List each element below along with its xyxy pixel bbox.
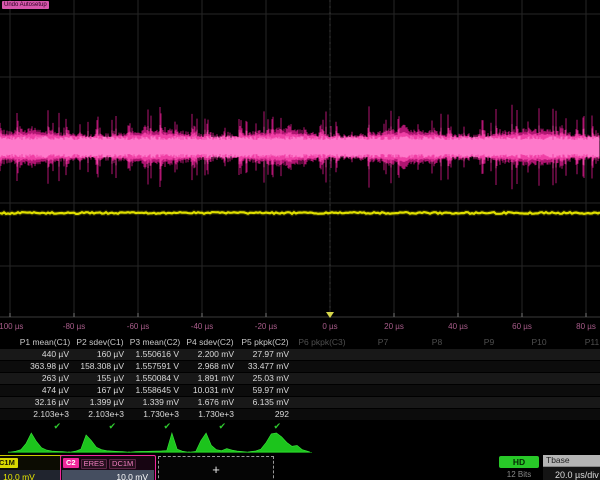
time-axis-label: -20 µs: [255, 322, 277, 331]
oscilloscope-screen: Undo Autosetup -100 µs -80 µs -60 µs -40 µs…: [0, 0, 600, 480]
measure-cell: 363.98 µV: [17, 361, 69, 372]
measure-cell: 1.339 mV: [127, 397, 179, 408]
measure-cell: 6.135 mV: [237, 397, 289, 408]
measure-cell: 440 µV: [17, 349, 69, 360]
histicon: [128, 433, 190, 452]
measure-cell: 2.200 mV: [182, 349, 234, 360]
histicon: [188, 433, 250, 452]
c1-coupling-badge: DC1M: [0, 458, 18, 468]
measurement-histicons: [0, 431, 600, 455]
timebase-descriptor[interactable]: Tbase 20.0 µs/div: [543, 455, 600, 480]
measure-cell: 1.676 mV: [182, 397, 234, 408]
measure-cell: 2.103e+3: [72, 409, 124, 420]
histicon: [68, 435, 130, 452]
measure-cell: 167 µV: [72, 385, 124, 396]
time-axis-label: 40 µs: [448, 322, 468, 331]
measure-status-check-icon: ✔: [127, 421, 171, 431]
measure-param-header-inactive[interactable]: P11: [585, 337, 600, 348]
measure-param-header-inactive[interactable]: P7: [378, 337, 388, 348]
measure-status-check-icon: ✔: [182, 421, 226, 431]
measure-cell: 2.103e+3: [17, 409, 69, 420]
measure-param-header-inactive[interactable]: P8: [432, 337, 442, 348]
measure-param-header-inactive[interactable]: P6 pkpk(C3): [298, 337, 345, 348]
measure-cell: 59.97 mV: [237, 385, 289, 396]
measure-param-header-inactive[interactable]: P10: [531, 337, 546, 348]
measure-cell: 1.891 mV: [182, 373, 234, 384]
measure-cell: 1.550084 V: [127, 373, 179, 384]
plus-icon: +: [212, 462, 220, 477]
trigger-time-marker[interactable]: [326, 312, 334, 318]
time-axis-label: -60 µs: [127, 322, 149, 331]
waveform-grid[interactable]: [0, 0, 600, 318]
add-trace-button[interactable]: +: [158, 456, 274, 480]
measure-param-header[interactable]: P3 mean(C2): [127, 337, 183, 348]
c2-vertical-scale: 10.0 mV: [62, 470, 154, 480]
measure-cell: 25.03 mV: [237, 373, 289, 384]
measure-param-header[interactable]: P2 sdev(C1): [72, 337, 128, 348]
hd-mode-badge[interactable]: HD: [499, 456, 539, 468]
measure-cell: 33.477 mV: [237, 361, 289, 372]
measure-cell: 158.308 µV: [72, 361, 124, 372]
measurement-table: P1 mean(C1)P2 sdev(C1)P3 mean(C2)P4 sdev…: [0, 336, 600, 432]
measure-cell: 32.16 µV: [17, 397, 69, 408]
measure-cell: 1.730e+3: [127, 409, 179, 420]
hd-bits-label: 12 Bits: [499, 470, 539, 480]
c2-eres-badge: ERES: [81, 459, 107, 469]
histicon: [248, 433, 310, 452]
measure-cell: 1.730e+3: [182, 409, 234, 420]
measure-status-check-icon: ✔: [17, 421, 61, 431]
time-axis-label: 80 µs: [576, 322, 596, 331]
measure-cell: 27.97 mV: [237, 349, 289, 360]
time-axis-label: -80 µs: [63, 322, 85, 331]
measure-cell: 263 µV: [17, 373, 69, 384]
time-axis-label: 20 µs: [384, 322, 404, 331]
c2-channel-badge: C2: [63, 458, 79, 468]
undo-autosetup-button[interactable]: Undo Autosetup: [2, 1, 49, 9]
c1-vertical-scale: 10.0 mV: [0, 470, 66, 480]
time-axis-label: 60 µs: [512, 322, 532, 331]
measure-cell: 1.557591 V: [127, 361, 179, 372]
measure-status-check-icon: ✔: [237, 421, 281, 431]
timebase-value: 20.0 µs/div: [543, 466, 600, 480]
measure-param-header[interactable]: P4 sdev(C2): [182, 337, 238, 348]
timebase-title: Tbase: [543, 455, 600, 466]
measure-param-header[interactable]: P1 mean(C1): [17, 337, 73, 348]
measure-cell: 2.968 mV: [182, 361, 234, 372]
measure-param-header[interactable]: P5 pkpk(C2): [237, 337, 293, 348]
measure-param-header-inactive[interactable]: P9: [484, 337, 494, 348]
measure-cell: 1.550616 V: [127, 349, 179, 360]
time-axis-label: -40 µs: [191, 322, 213, 331]
measure-status-check-icon: ✔: [72, 421, 116, 431]
channel-c2-descriptor[interactable]: C2 ERES DC1M 10.0 mV: [60, 455, 156, 480]
measure-cell: 155 µV: [72, 373, 124, 384]
time-axis-label: -100 µs: [0, 322, 23, 331]
time-axis-label: 0 µs: [322, 322, 337, 331]
measure-cell: 1.558645 V: [127, 385, 179, 396]
measure-cell: 10.031 mV: [182, 385, 234, 396]
channel-c1-descriptor[interactable]: C1 DC1M 10.0 mV: [0, 455, 68, 480]
measure-cell: 474 µV: [17, 385, 69, 396]
measure-cell: 1.399 µV: [72, 397, 124, 408]
waveform-display-area[interactable]: Undo Autosetup: [0, 0, 600, 318]
measure-cell: 160 µV: [72, 349, 124, 360]
histicon: [8, 433, 70, 452]
c2-coupling-badge: DC1M: [109, 459, 136, 469]
measure-cell: 292: [237, 409, 289, 420]
